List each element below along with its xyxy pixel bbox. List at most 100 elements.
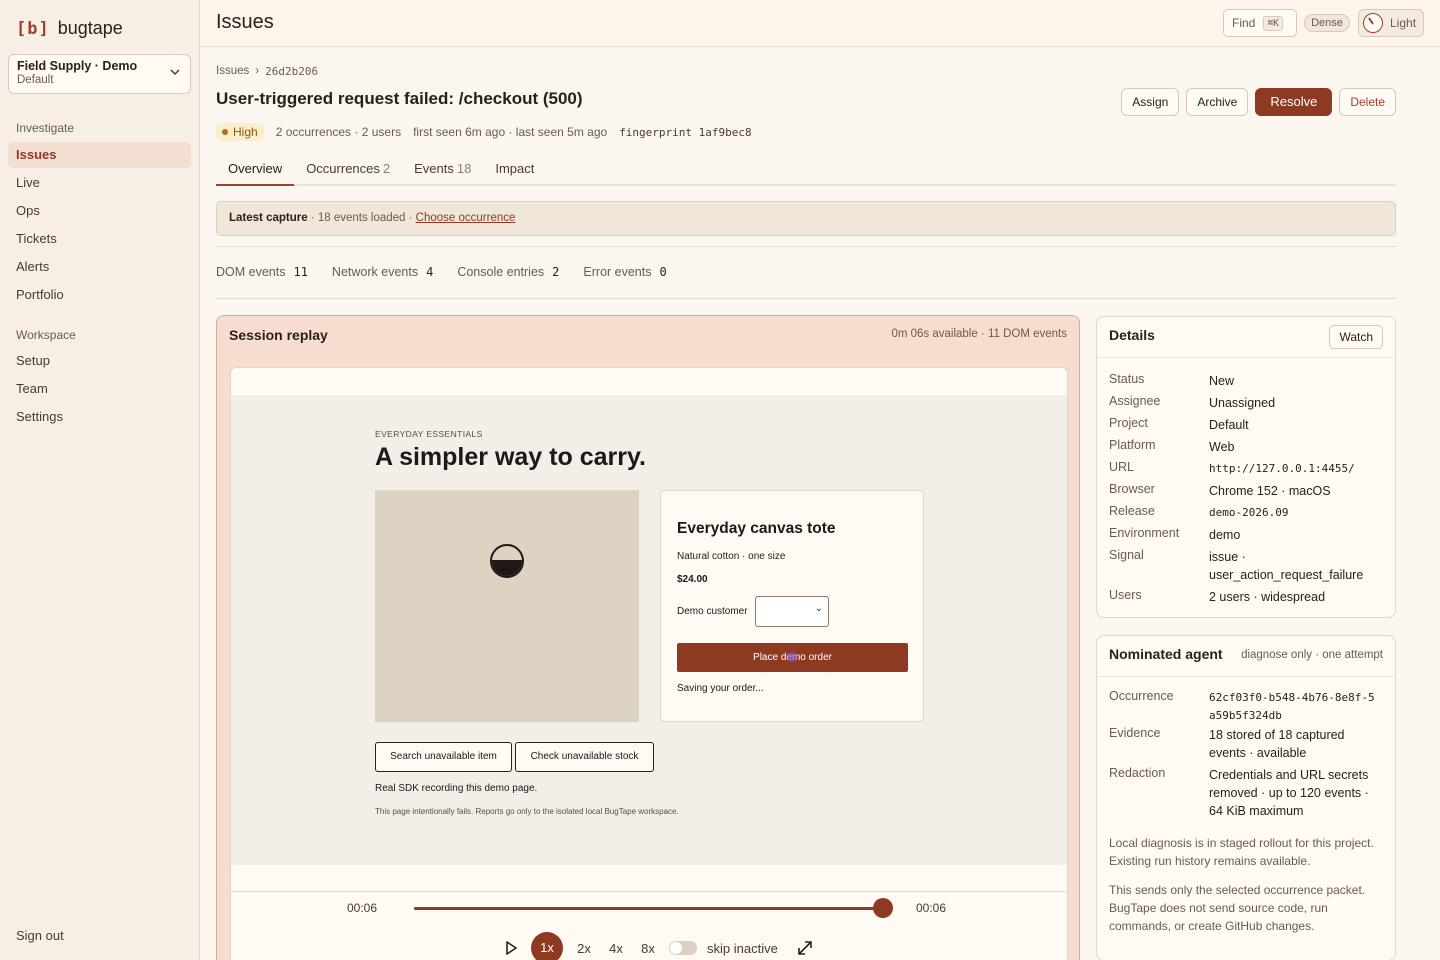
playback-controls: 1x 2x 4x 8x skip inactive: [501, 932, 814, 960]
detail-row-environment: Environment demo: [1109, 526, 1389, 544]
tab-events[interactable]: Events 18: [402, 155, 483, 186]
detail-value: Web: [1209, 440, 1235, 454]
detail-row-url: URL http://127.0.0.1:4455/: [1109, 460, 1389, 478]
sidebar-item-live[interactable]: Live: [8, 170, 191, 196]
sidebar-item-team[interactable]: Team: [8, 376, 191, 402]
skip-inactive-toggle[interactable]: [669, 941, 697, 955]
session-replay-meta: 0m 06s available · 11 DOM events: [891, 328, 1067, 340]
sidebar-item-ops[interactable]: Ops: [8, 198, 191, 224]
agent-privacy-note: This sends only the selected occurrence …: [1109, 883, 1366, 933]
fullscreen-icon[interactable]: [796, 939, 814, 957]
breadcrumb-issues[interactable]: Issues: [216, 65, 249, 78]
agent-value: 18 stored of 18 captured events · availa…: [1209, 728, 1345, 760]
speed-8x[interactable]: 8x: [637, 941, 659, 956]
session-replay-panel: Session replay 0m 06s available · 11 DOM…: [216, 315, 1080, 960]
sidebar-item-portfolio[interactable]: Portfolio: [8, 282, 191, 308]
sidebar-item-tickets[interactable]: Tickets: [8, 226, 191, 252]
replay-search-button: Search unavailable item: [375, 742, 512, 772]
stat-label: Error events: [583, 265, 652, 279]
stat-dom-events: DOM events 11: [216, 265, 308, 279]
stat-console-entries: Console entries 2: [457, 265, 559, 279]
dense-toggle[interactable]: Dense: [1304, 14, 1350, 32]
session-replay-title: Session replay: [229, 327, 328, 343]
replay-product-card: Everyday canvas tote Natural cotton · on…: [660, 490, 924, 722]
agent-rollout-note: Local diagnosis is in staged rollout for…: [1109, 836, 1374, 868]
sign-out-link[interactable]: Sign out: [16, 928, 64, 943]
tab-overview[interactable]: Overview: [216, 155, 295, 186]
detail-key: Release: [1109, 504, 1155, 518]
speed-1x[interactable]: 1x: [531, 932, 563, 960]
speed-4x[interactable]: 4x: [605, 941, 627, 956]
divider: [1097, 357, 1395, 358]
sidebar-item-settings[interactable]: Settings: [8, 404, 191, 430]
speed-2x[interactable]: 2x: [573, 941, 595, 956]
issue-title: User-triggered request failed: /checkout…: [216, 89, 583, 108]
detail-key: Users: [1109, 588, 1142, 602]
current-time: 00:06: [347, 901, 378, 915]
replay-saving-text: Saving your order...: [677, 683, 764, 694]
archive-button[interactable]: Archive: [1186, 88, 1249, 116]
agent-title: Nominated agent: [1109, 646, 1223, 662]
issue-tabs: Overview Occurrences 2 Events 18 Impact: [216, 155, 1396, 186]
find-shortcut: ⌘K: [1263, 15, 1283, 31]
stat-value: 0: [659, 265, 667, 279]
find-button[interactable]: Find ⌘K: [1223, 9, 1297, 37]
replay-product-title: Everyday canvas tote: [677, 520, 836, 537]
play-icon[interactable]: [501, 938, 521, 958]
scrubber-handle[interactable]: [873, 898, 893, 918]
agent-value: Credentials and URL secrets removed · up…: [1209, 768, 1369, 818]
stat-label: Console entries: [457, 265, 545, 279]
detail-key: Status: [1109, 372, 1145, 386]
agent-row-redaction: Redaction Credentials and URL secrets rem…: [1109, 766, 1389, 820]
capture-label: Latest capture: [229, 212, 308, 224]
stat-value: 11: [293, 265, 308, 279]
detail-row-assignee: Assignee Unassigned: [1109, 394, 1389, 412]
project-selector[interactable]: Field Supply · Demo Default: [8, 54, 191, 94]
stat-network-events: Network events 4: [332, 265, 433, 279]
detail-value: http://127.0.0.1:4455/: [1209, 462, 1355, 475]
replay-product-price: $24.00: [677, 574, 708, 585]
sidebar-item-alerts[interactable]: Alerts: [8, 254, 191, 280]
detail-key: Environment: [1109, 526, 1180, 540]
replay-stock-button: Check unavailable stock: [515, 742, 654, 772]
agent-key: Occurrence: [1109, 689, 1174, 703]
detail-row-browser: Browser Chrome 152 · macOS: [1109, 482, 1389, 500]
total-time: 00:06: [916, 901, 947, 915]
find-label: Find: [1232, 16, 1256, 30]
stat-value: 4: [426, 265, 434, 279]
sidebar-item-issues[interactable]: Issues: [8, 142, 191, 168]
replay-headline: A simpler way to carry.: [375, 443, 646, 471]
capture-detail: · 18 events loaded ·: [307, 212, 416, 224]
watch-button[interactable]: Watch: [1329, 325, 1383, 349]
scrubber-fill: [414, 907, 883, 910]
detail-row-status: Status New: [1109, 372, 1389, 390]
detail-key: Project: [1109, 416, 1148, 430]
stat-label: DOM events: [216, 265, 286, 279]
tab-impact[interactable]: Impact: [483, 155, 546, 186]
delete-button[interactable]: Delete: [1339, 88, 1396, 116]
detail-row-release: Release demo-2026.09: [1109, 504, 1389, 522]
detail-row-signal: Signal issue · user_action_request_failur…: [1109, 548, 1389, 584]
nav-section-investigate: Investigate: [16, 121, 75, 135]
replay-note: Real SDK recording this demo page.: [375, 783, 538, 794]
breadcrumb-issue-id: 26d2b206: [265, 65, 319, 78]
logo-text: bugtape: [57, 18, 123, 38]
agent-row-evidence: Evidence 18 stored of 18 captured events …: [1109, 726, 1389, 762]
latest-capture-bar: Latest capture · 18 events loaded · Choo…: [216, 201, 1396, 236]
sidebar-item-setup[interactable]: Setup: [8, 348, 191, 374]
scrubber[interactable]: [414, 898, 893, 918]
logo[interactable]: [b] bugtape: [16, 18, 123, 39]
detail-key: Signal: [1109, 548, 1144, 562]
divider: [216, 246, 1396, 247]
replay-customer-select: [755, 596, 829, 627]
replay-player-controls: 00:06 00:06 1x 2x 4x 8x skip inactive: [231, 891, 1067, 960]
choose-occurrence-link[interactable]: Choose occurrence: [416, 212, 516, 224]
divider: [1097, 676, 1395, 677]
resolve-button[interactable]: Resolve: [1255, 88, 1333, 116]
tab-label: Overview: [228, 161, 283, 176]
project-name: Field Supply · Demo: [17, 59, 138, 73]
replay-viewport[interactable]: EVERYDAY ESSENTIALS A simpler way to car…: [231, 395, 1067, 865]
tab-occurrences[interactable]: Occurrences 2: [294, 155, 402, 186]
assign-button[interactable]: Assign: [1121, 88, 1180, 116]
theme-toggle[interactable]: Light: [1358, 9, 1424, 37]
